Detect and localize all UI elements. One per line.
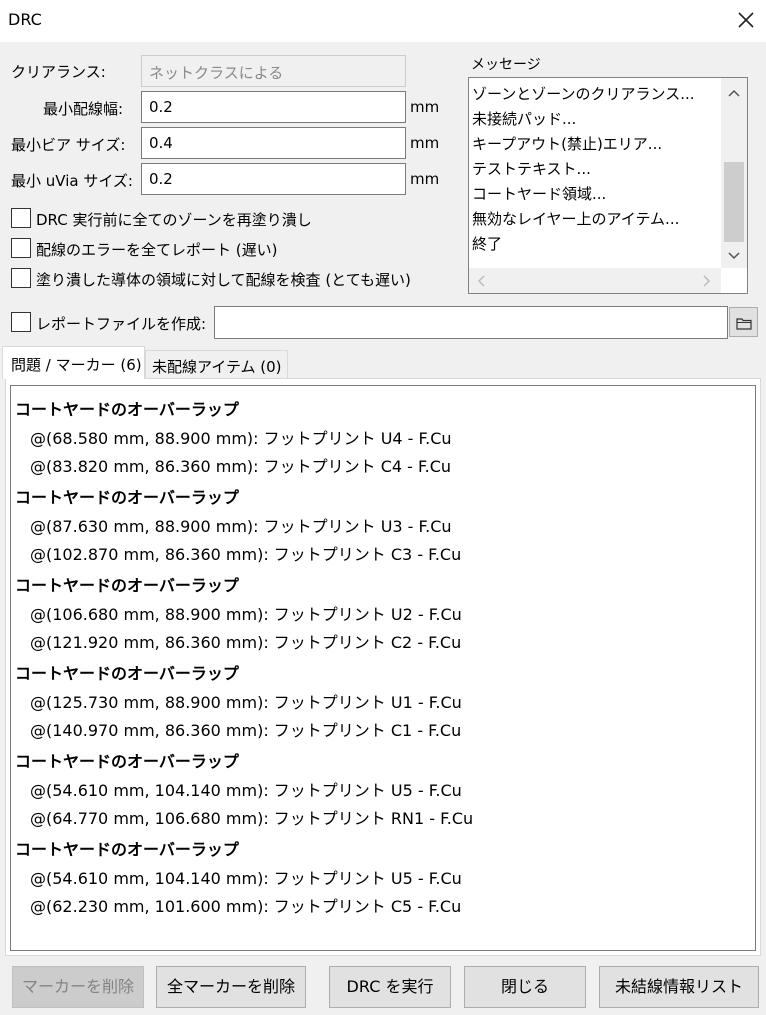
min-via-unit: mm <box>410 134 440 152</box>
tab-issues-markers[interactable]: 問題 / マーカー (6) <box>2 346 145 379</box>
close-icon[interactable] <box>734 8 758 32</box>
browse-report-file-button[interactable] <box>729 307 758 337</box>
min-track-label: 最小配線幅: <box>43 100 124 118</box>
issue-title[interactable]: コートヤードのオーバーラップ <box>15 836 239 860</box>
message-line: テストテキスト... <box>472 160 591 178</box>
report-all-errors-checkbox[interactable] <box>11 238 31 258</box>
test-zones-checkbox[interactable] <box>11 268 31 288</box>
issue-item[interactable]: @(54.610 mm, 104.140 mm): フットプリント U5 - F… <box>30 865 462 889</box>
clearance-field: ネットクラスによる <box>141 55 406 87</box>
messages-scroll-thumb[interactable] <box>724 162 744 242</box>
report-file-path-input[interactable] <box>214 306 728 339</box>
issue-item[interactable]: @(87.630 mm, 88.900 mm): フットプリント U3 - F.… <box>30 513 452 537</box>
issue-title[interactable]: コートヤードのオーバーラップ <box>15 484 239 508</box>
issue-item[interactable]: @(54.610 mm, 104.140 mm): フットプリント U5 - F… <box>30 777 462 801</box>
test-zones-label: 塗り潰した導体の領域に対して配線を検査 (とても遅い) <box>36 271 411 289</box>
issue-item[interactable]: @(102.870 mm, 86.360 mm): フットプリント C3 - F… <box>30 541 461 565</box>
message-line: 無効なレイヤー上のアイテム... <box>472 210 680 228</box>
messages-box[interactable]: ゾーンとゾーンのクリアランス... 未接続パッド... キープアウト(禁止)エリ… <box>468 77 748 294</box>
messages-vertical-scrollbar[interactable] <box>721 78 747 268</box>
message-line: ゾーンとゾーンのクリアランス... <box>472 85 695 103</box>
chevron-down-icon[interactable] <box>728 250 740 263</box>
run-drc-button[interactable]: DRC を実行 <box>329 966 451 1008</box>
tab-unconnected-items[interactable]: 未配線アイテム (0) <box>145 350 288 379</box>
refill-zones-checkbox[interactable] <box>11 208 31 228</box>
chevron-left-icon[interactable] <box>477 275 485 290</box>
issue-item[interactable]: @(106.680 mm, 88.900 mm): フットプリント U2 - F… <box>30 601 462 625</box>
issue-item[interactable]: @(125.730 mm, 88.900 mm): フットプリント U1 - F… <box>30 689 462 713</box>
issue-item[interactable]: @(83.820 mm, 86.360 mm): フットプリント C4 - F.… <box>30 453 451 477</box>
min-uvia-unit: mm <box>410 170 440 188</box>
issue-item[interactable]: @(64.770 mm, 106.680 mm): フットプリント RN1 - … <box>30 805 473 829</box>
chevron-right-icon[interactable] <box>703 275 711 290</box>
messages-label: メッセージ <box>471 57 541 73</box>
report-all-errors-label: 配線のエラーを全てレポート (遅い) <box>36 241 278 259</box>
issue-title[interactable]: コートヤードのオーバーラップ <box>15 660 239 684</box>
min-via-label: 最小ビア サイズ: <box>11 136 126 154</box>
window-title: DRC <box>8 10 42 29</box>
report-file-checkbox[interactable] <box>11 312 31 332</box>
chevron-up-icon[interactable] <box>728 87 740 100</box>
issue-title[interactable]: コートヤードのオーバーラップ <box>15 396 239 420</box>
message-line: キープアウト(禁止)エリア... <box>472 135 663 153</box>
issue-title[interactable]: コートヤードのオーバーラップ <box>15 572 239 596</box>
delete-marker-button[interactable]: マーカーを削除 <box>12 966 144 1008</box>
report-file-label: レポートファイルを作成: <box>36 315 207 333</box>
message-line: 終了 <box>472 235 503 253</box>
message-line: 未接続パッド... <box>472 110 577 128</box>
refill-zones-label: DRC 実行前に全てのゾーンを再塗り潰し <box>36 211 312 229</box>
clearance-label: クリアランス: <box>11 63 106 81</box>
min-uvia-size-input[interactable]: 0.2 <box>141 163 406 195</box>
issues-list[interactable]: コートヤードのオーバーラップ @(68.580 mm, 88.900 mm): … <box>10 385 756 951</box>
min-via-size-input[interactable]: 0.4 <box>141 127 406 159</box>
issue-item[interactable]: @(140.970 mm, 86.360 mm): フットプリント C1 - F… <box>30 717 461 741</box>
message-line: コートヤード領域... <box>472 185 607 203</box>
messages-horizontal-scrollbar[interactable] <box>469 268 721 293</box>
issue-title[interactable]: コートヤードのオーバーラップ <box>15 748 239 772</box>
min-track-unit: mm <box>410 98 440 116</box>
unconnected-list-button[interactable]: 未結線情報リスト <box>599 966 759 1008</box>
title-bar <box>0 0 766 42</box>
delete-all-markers-button[interactable]: 全マーカーを削除 <box>156 966 306 1008</box>
min-uvia-label: 最小 uVia サイズ: <box>11 172 133 190</box>
folder-icon <box>736 315 752 334</box>
issue-item[interactable]: @(121.920 mm, 86.360 mm): フットプリント C2 - F… <box>30 629 461 653</box>
min-track-width-input[interactable]: 0.2 <box>141 91 406 123</box>
issue-item[interactable]: @(62.230 mm, 101.600 mm): フットプリント C5 - F… <box>30 893 461 917</box>
issue-item[interactable]: @(68.580 mm, 88.900 mm): フットプリント U4 - F.… <box>30 425 452 449</box>
close-button[interactable]: 閉じる <box>464 966 586 1008</box>
